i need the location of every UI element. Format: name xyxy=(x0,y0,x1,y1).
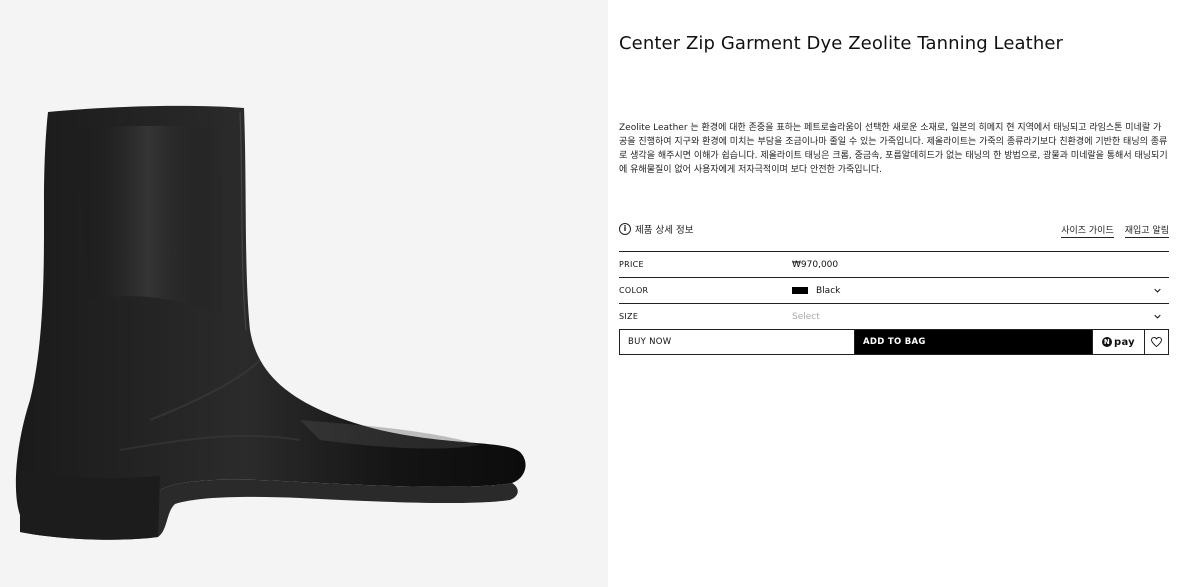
color-value-wrap: Black xyxy=(792,286,1169,296)
color-label: COLOR xyxy=(619,286,649,295)
price-label: PRICE xyxy=(619,260,644,269)
product-description: Zeolite Leather 는 환경에 대한 존중을 표하는 페트로솔라움이… xyxy=(619,123,1168,175)
chevron-down-icon xyxy=(1154,314,1161,319)
size-placeholder: Select xyxy=(792,311,820,322)
product-detail-label: 제품 상세 정보 xyxy=(635,225,694,236)
add-to-bag-button[interactable]: ADD TO BAG xyxy=(855,330,1092,354)
color-select[interactable]: COLOR Black xyxy=(619,278,1169,304)
info-icon: i xyxy=(619,223,631,235)
color-value: Black xyxy=(816,285,841,296)
purchase-actions: BUY NOW ADD TO BAG N pay xyxy=(619,329,1169,355)
heart-icon xyxy=(1151,337,1162,347)
price-row: PRICE ₩970,000 xyxy=(619,252,1169,278)
price-value: ₩970,000 xyxy=(792,259,839,270)
secondary-links: 사이즈 가이드 재입고 알림 xyxy=(1061,223,1169,238)
pay-label: pay xyxy=(1113,336,1136,348)
restock-alert-link[interactable]: 재입고 알림 xyxy=(1124,223,1169,238)
boot-illustration xyxy=(15,105,526,540)
wishlist-button[interactable] xyxy=(1145,330,1168,354)
size-label: SIZE xyxy=(619,312,639,321)
buy-now-button[interactable]: BUY NOW xyxy=(620,330,855,354)
option-rows: PRICE ₩970,000 COLOR Black SIZE Select xyxy=(619,251,1169,330)
color-swatch xyxy=(792,287,808,294)
product-detail-link[interactable]: i 제품 상세 정보 xyxy=(619,222,693,236)
size-guide-link[interactable]: 사이즈 가이드 xyxy=(1061,223,1114,238)
size-select[interactable]: SIZE Select xyxy=(619,304,1169,330)
chevron-down-icon xyxy=(1154,288,1161,293)
product-image xyxy=(0,0,608,587)
naver-pay-icon: N xyxy=(1101,337,1112,347)
naver-pay-button[interactable]: N pay xyxy=(1092,330,1145,354)
product-title: Center Zip Garment Dye Zeolite Tanning L… xyxy=(619,33,1063,54)
